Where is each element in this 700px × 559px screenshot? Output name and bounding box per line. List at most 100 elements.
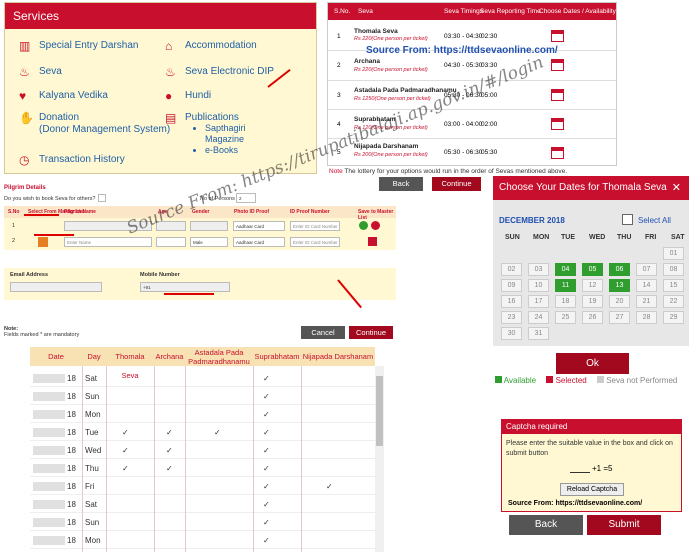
calendar-day[interactable]: 16 — [501, 295, 522, 308]
book-for-others-checkbox[interactable] — [98, 194, 106, 202]
year-cell: 18 — [67, 410, 76, 419]
scrollbar[interactable] — [375, 366, 384, 552]
close-icon[interactable]: ✕ — [672, 181, 681, 194]
calendar-day[interactable]: 18 — [555, 295, 576, 308]
day-cell: Mon — [85, 536, 101, 545]
check-icon[interactable]: ✓ — [122, 464, 129, 473]
pilgrim-name-input[interactable]: Enter Name — [64, 237, 152, 247]
calendar-day[interactable]: 01 — [663, 247, 684, 260]
pilgrim-note: Note: Fields marked * are mandatory — [4, 326, 80, 338]
year-cell: 18 — [67, 374, 76, 383]
check-icon[interactable]: ✓ — [166, 446, 173, 455]
publication-sapthagiri-magazine[interactable]: Sapthagiri Magazine — [205, 123, 246, 145]
calendar-day[interactable]: 07 — [636, 263, 657, 276]
check-icon[interactable]: ✓ — [263, 536, 270, 545]
captcha-back-button[interactable]: Back — [509, 515, 583, 535]
calendar-icon[interactable] — [551, 147, 564, 159]
check-icon[interactable]: ✓ — [263, 410, 270, 419]
col-day: Day — [82, 347, 106, 366]
year-cell: 18 — [67, 464, 76, 473]
publication-e-books[interactable]: e-Books — [205, 145, 246, 156]
captcha-submit-button[interactable]: Submit — [587, 515, 661, 535]
check-icon[interactable]: ✓ — [263, 428, 270, 437]
save-check-icon[interactable] — [359, 221, 368, 230]
calendar-day[interactable]: 26 — [582, 311, 603, 324]
check-icon[interactable]: ✓ — [263, 464, 270, 473]
calendar-day[interactable]: 20 — [609, 295, 630, 308]
calendar-day[interactable]: 17 — [528, 295, 549, 308]
id-number-input[interactable]: Enter ID Card Number — [290, 237, 340, 247]
pilgrim-continue-button[interactable]: Continue — [349, 326, 393, 339]
calendar-day[interactable]: 25 — [555, 311, 576, 324]
age-input[interactable] — [156, 237, 186, 247]
calendar-icon[interactable] — [551, 30, 564, 42]
calendar-day[interactable]: 28 — [636, 311, 657, 324]
calendar-day[interactable]: 29 — [663, 311, 684, 324]
calendar-day[interactable]: 05 — [582, 263, 603, 276]
email-input[interactable] — [10, 282, 102, 292]
gender-select[interactable] — [190, 221, 228, 231]
calendar-day[interactable]: 06 — [609, 263, 630, 276]
date-cell — [33, 482, 65, 491]
calendar-day[interactable]: 31 — [528, 327, 549, 340]
check-icon[interactable]: ✓ — [263, 500, 270, 509]
pilgrim-table: S.No Select From Master List Pilgrim Nam… — [4, 206, 396, 250]
check-icon[interactable]: ✓ — [263, 392, 270, 401]
building-icon: ⌂ — [165, 39, 173, 53]
check-icon[interactable]: ✓ — [263, 482, 270, 491]
master-list-icon[interactable] — [38, 237, 48, 247]
calendar-day[interactable]: 04 — [555, 263, 576, 276]
col-archana: Archana — [154, 347, 185, 366]
calendar-icon[interactable] — [551, 118, 564, 130]
calendar-day[interactable]: 14 — [636, 279, 657, 292]
photo-id-select[interactable]: Aadhaar Card — [233, 221, 285, 231]
calendar-day[interactable]: 09 — [501, 279, 522, 292]
calendar-day[interactable]: 11 — [555, 279, 576, 292]
select-all-checkbox[interactable] — [622, 214, 633, 225]
seva-continue-button[interactable]: Continue — [432, 177, 481, 191]
calendar-day[interactable]: 21 — [636, 295, 657, 308]
check-icon[interactable]: ✓ — [326, 482, 333, 491]
calendar-day[interactable]: 24 — [528, 311, 549, 324]
delete-icon[interactable] — [371, 221, 380, 230]
captcha-input[interactable] — [570, 464, 590, 473]
contact-section: Email Address Mobile Number +91 — [4, 268, 396, 300]
check-icon[interactable]: ✓ — [122, 446, 129, 455]
calendar-day[interactable]: 02 — [501, 263, 522, 276]
check-icon[interactable]: ✓ — [263, 374, 270, 383]
check-icon[interactable]: ✓ — [214, 428, 221, 437]
check-icon[interactable]: ✓ — [166, 464, 173, 473]
date-cell — [33, 374, 65, 383]
calendar-day[interactable]: 15 — [663, 279, 684, 292]
calendar-day[interactable]: 19 — [582, 295, 603, 308]
day-cell: Sun — [85, 392, 100, 401]
calendar-icon[interactable] — [551, 59, 564, 71]
gender-select[interactable]: Male — [190, 237, 228, 247]
check-icon[interactable]: ✓ — [166, 428, 173, 437]
weekday-label: THU — [617, 234, 632, 241]
calendar-day[interactable]: 30 — [501, 327, 522, 340]
calendar-day[interactable]: 27 — [609, 311, 630, 324]
check-icon[interactable]: ✓ — [263, 518, 270, 527]
book-icon: ▤ — [165, 111, 177, 125]
calendar-day[interactable]: 08 — [663, 263, 684, 276]
calendar-day[interactable]: 22 — [663, 295, 684, 308]
lamp-icon: ♨ — [165, 65, 176, 79]
calendar-day[interactable]: 23 — [501, 311, 522, 324]
check-icon[interactable]: ✓ — [263, 446, 270, 455]
reload-captcha-button[interactable]: Reload Captcha — [560, 483, 624, 496]
calendar-day[interactable]: 13 — [609, 279, 630, 292]
calendar-day[interactable]: 12 — [582, 279, 603, 292]
check-icon[interactable]: ✓ — [122, 428, 129, 437]
ticket-icon: ▥ — [19, 39, 31, 53]
calendar-day[interactable]: 03 — [528, 263, 549, 276]
calendar-ok-button[interactable]: Ok — [556, 353, 629, 374]
photo-id-select[interactable]: Aadhaar Card — [233, 237, 285, 247]
mobile-input[interactable]: +91 — [140, 282, 230, 292]
pot-icon: ● — [165, 89, 173, 103]
save-icon[interactable] — [368, 237, 377, 246]
calendar-day[interactable]: 10 — [528, 279, 549, 292]
id-number-input[interactable]: Enter ID Card Number — [290, 221, 340, 231]
pilgrim-cancel-button[interactable]: Cancel — [301, 326, 345, 339]
calendar-icon[interactable] — [551, 89, 564, 101]
